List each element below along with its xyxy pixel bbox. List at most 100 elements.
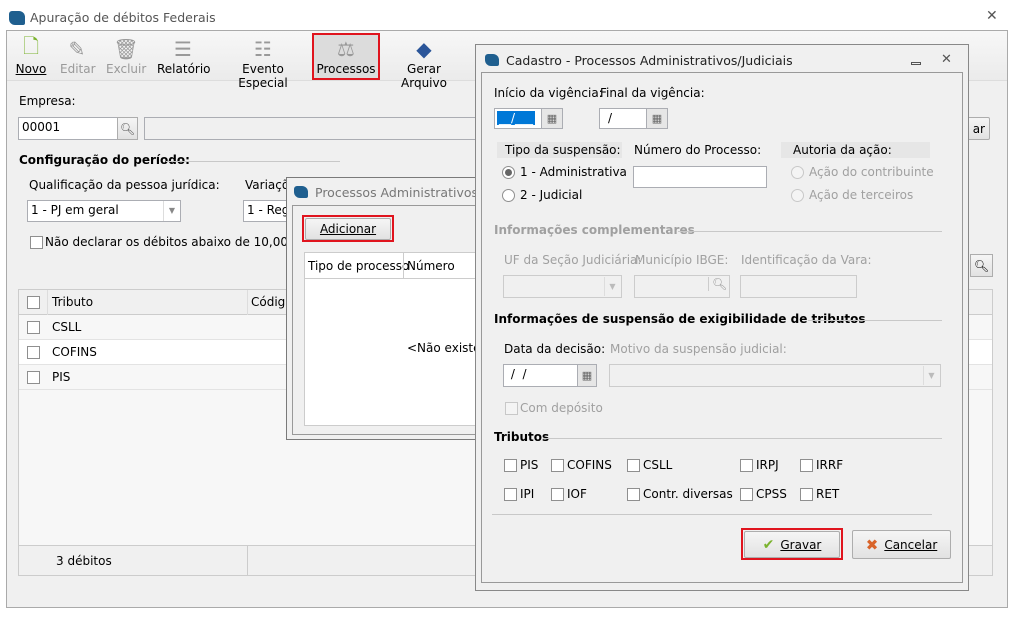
empresa-label: Empresa: bbox=[19, 94, 76, 108]
toolbar-evento-especial[interactable]: ☷ Evento Especial bbox=[220, 36, 306, 90]
gravar-highlight bbox=[741, 528, 843, 560]
new-document-icon: 🗋 bbox=[22, 34, 40, 58]
empresa-search-button[interactable]: 🔍︎ bbox=[117, 117, 138, 140]
adicionar-highlight bbox=[302, 215, 394, 242]
calendar-icon: ▦ bbox=[651, 112, 663, 125]
search-icon: 🔍︎ bbox=[119, 121, 136, 136]
numero-input[interactable] bbox=[633, 166, 767, 188]
header-tributo: Tributo bbox=[52, 295, 94, 309]
tributo-cofins-label: COFINS bbox=[567, 458, 612, 472]
tributo-cpss-checkbox[interactable] bbox=[740, 488, 753, 501]
header-numero: Número bbox=[407, 259, 455, 273]
report-icon: ☰ bbox=[174, 37, 192, 61]
chevron-down-icon: ▼ bbox=[923, 366, 939, 385]
main-title: Apuração de débitos Federais bbox=[30, 10, 216, 25]
data-decisao-calendar-button[interactable]: ▦ bbox=[577, 364, 597, 387]
toolbar-relatorio[interactable]: ☰ Relatório bbox=[157, 36, 211, 80]
toolbar-editar[interactable]: ✎ Editar bbox=[60, 36, 96, 80]
calendar-icon: ▦ bbox=[581, 369, 593, 382]
select-all-checkbox[interactable] bbox=[27, 296, 40, 309]
com-deposito-checkbox[interactable] bbox=[505, 402, 518, 415]
tributos-label: Tributos bbox=[494, 430, 550, 444]
minimize-icon[interactable] bbox=[911, 62, 921, 65]
tipo-administrativa-label: 1 - Administrativa bbox=[520, 165, 627, 179]
data-decisao-input[interactable]: / / bbox=[503, 364, 578, 387]
tributo-contr-diversas-checkbox[interactable] bbox=[627, 488, 640, 501]
header-codigo: Códig bbox=[251, 295, 286, 309]
toolbar-gerar-arquivo[interactable]: ◆ Gerar Arquivo bbox=[385, 36, 463, 90]
info-comp-label: Informações complementares bbox=[494, 223, 695, 237]
footer-count: 3 débitos bbox=[56, 554, 112, 568]
tributo-cpss-label: CPSS bbox=[756, 487, 787, 501]
inicio-input[interactable]: __/___ bbox=[494, 108, 542, 129]
processos-table: Tipo de processo Número <Não existen bbox=[304, 252, 490, 426]
close-icon[interactable]: ✕ bbox=[941, 52, 952, 67]
header-tipo-processo: Tipo de processo bbox=[308, 259, 410, 273]
inicio-calendar-button[interactable]: ▦ bbox=[541, 108, 563, 129]
tributo-ret-checkbox[interactable] bbox=[800, 488, 813, 501]
final-label: Final da vigência: bbox=[600, 86, 705, 100]
processos-title: Processos Administrativos/Jud bbox=[315, 185, 502, 200]
final-input[interactable]: / bbox=[599, 108, 647, 129]
trash-icon: 🗑 bbox=[113, 37, 139, 61]
info-susp-label: Informações de suspensão de exigibilidad… bbox=[494, 312, 866, 326]
municipio-label: Município IBGE: bbox=[635, 253, 729, 267]
app-logo-icon bbox=[9, 11, 25, 25]
autoria-contribuinte-radio[interactable] bbox=[791, 166, 804, 179]
chevron-down-icon: ▼ bbox=[163, 201, 180, 221]
empresa-name-field bbox=[144, 117, 484, 140]
variacao-label: Variaçõ bbox=[245, 178, 290, 192]
autoria-terceiros-radio[interactable] bbox=[791, 189, 804, 202]
tributo-ipi-checkbox[interactable] bbox=[504, 488, 517, 501]
tributo-irpj-checkbox[interactable] bbox=[740, 459, 753, 472]
row-checkbox[interactable] bbox=[27, 371, 40, 384]
filter-search-button[interactable]: 🔍︎ bbox=[970, 254, 993, 277]
tipo-administrativa-radio[interactable] bbox=[502, 166, 515, 179]
tipo-label: Tipo da suspensão: bbox=[505, 143, 621, 157]
qualificacao-select[interactable]: 1 - PJ em geral bbox=[27, 200, 181, 222]
row-checkbox[interactable] bbox=[27, 346, 40, 359]
close-icon[interactable]: ✕ bbox=[986, 8, 998, 24]
row-checkbox[interactable] bbox=[27, 321, 40, 334]
app-logo-icon bbox=[485, 54, 499, 66]
processos-highlight bbox=[312, 33, 380, 80]
inicio-label: Início da vigência: bbox=[494, 86, 603, 100]
tipo-judicial-radio[interactable] bbox=[502, 189, 515, 202]
com-deposito-label: Com depósito bbox=[520, 401, 603, 415]
search-icon: 🔍︎ bbox=[973, 258, 990, 273]
data-decisao-label: Data da decisão: bbox=[504, 342, 606, 356]
cancelar-button[interactable]: ✖ Cancelar bbox=[852, 530, 951, 559]
numero-label: Número do Processo: bbox=[634, 143, 762, 157]
vara-input[interactable] bbox=[740, 275, 857, 298]
search-icon[interactable]: 🔍︎ bbox=[708, 277, 727, 291]
autoria-contribuinte-label: Ação do contribuinte bbox=[809, 165, 934, 179]
tributo-irrf-label: IRRF bbox=[816, 458, 844, 472]
motivo-label: Motivo da suspensão judicial: bbox=[610, 342, 787, 356]
tributo-ret-label: RET bbox=[816, 487, 840, 501]
tributo-iof-label: IOF bbox=[567, 487, 587, 501]
autoria-terceiros-label: Ação de terceiros bbox=[809, 188, 914, 202]
tributo-irrf-checkbox[interactable] bbox=[800, 459, 813, 472]
tributo-csll-checkbox[interactable] bbox=[627, 459, 640, 472]
qualificacao-label: Qualificação da pessoa jurídica: bbox=[29, 178, 220, 192]
tributo-pis-checkbox[interactable] bbox=[504, 459, 517, 472]
edit-icon: ✎ bbox=[68, 37, 86, 61]
motivo-select[interactable] bbox=[609, 364, 941, 387]
tributo-contr-diversas-label: Contr. diversas bbox=[643, 487, 733, 501]
uf-label: UF da Seção Judiciária: bbox=[504, 253, 642, 267]
tributo-pis-label: PIS bbox=[520, 458, 539, 472]
processos-window: Processos Administrativos/Jud Adicionar … bbox=[286, 177, 502, 440]
config-label: Configuração do período: bbox=[19, 153, 190, 167]
nao-declarar-checkbox[interactable] bbox=[30, 236, 43, 249]
tributo-csll-label: CSLL bbox=[643, 458, 673, 472]
final-calendar-button[interactable]: ▦ bbox=[646, 108, 668, 129]
generate-file-icon: ◆ bbox=[416, 37, 432, 61]
chevron-down-icon: ▼ bbox=[604, 277, 620, 296]
tributo-iof-checkbox[interactable] bbox=[551, 488, 564, 501]
cadastro-title: Cadastro - Processos Administrativos/Jud… bbox=[506, 53, 793, 68]
toolbar-novo[interactable]: 🗋 Novo bbox=[14, 34, 48, 80]
empresa-input[interactable]: 00001 bbox=[18, 117, 118, 140]
tributo-cofins-checkbox[interactable] bbox=[551, 459, 564, 472]
toolbar-excluir[interactable]: 🗑 Excluir bbox=[106, 36, 146, 80]
tributo-ipi-label: IPI bbox=[520, 487, 535, 501]
